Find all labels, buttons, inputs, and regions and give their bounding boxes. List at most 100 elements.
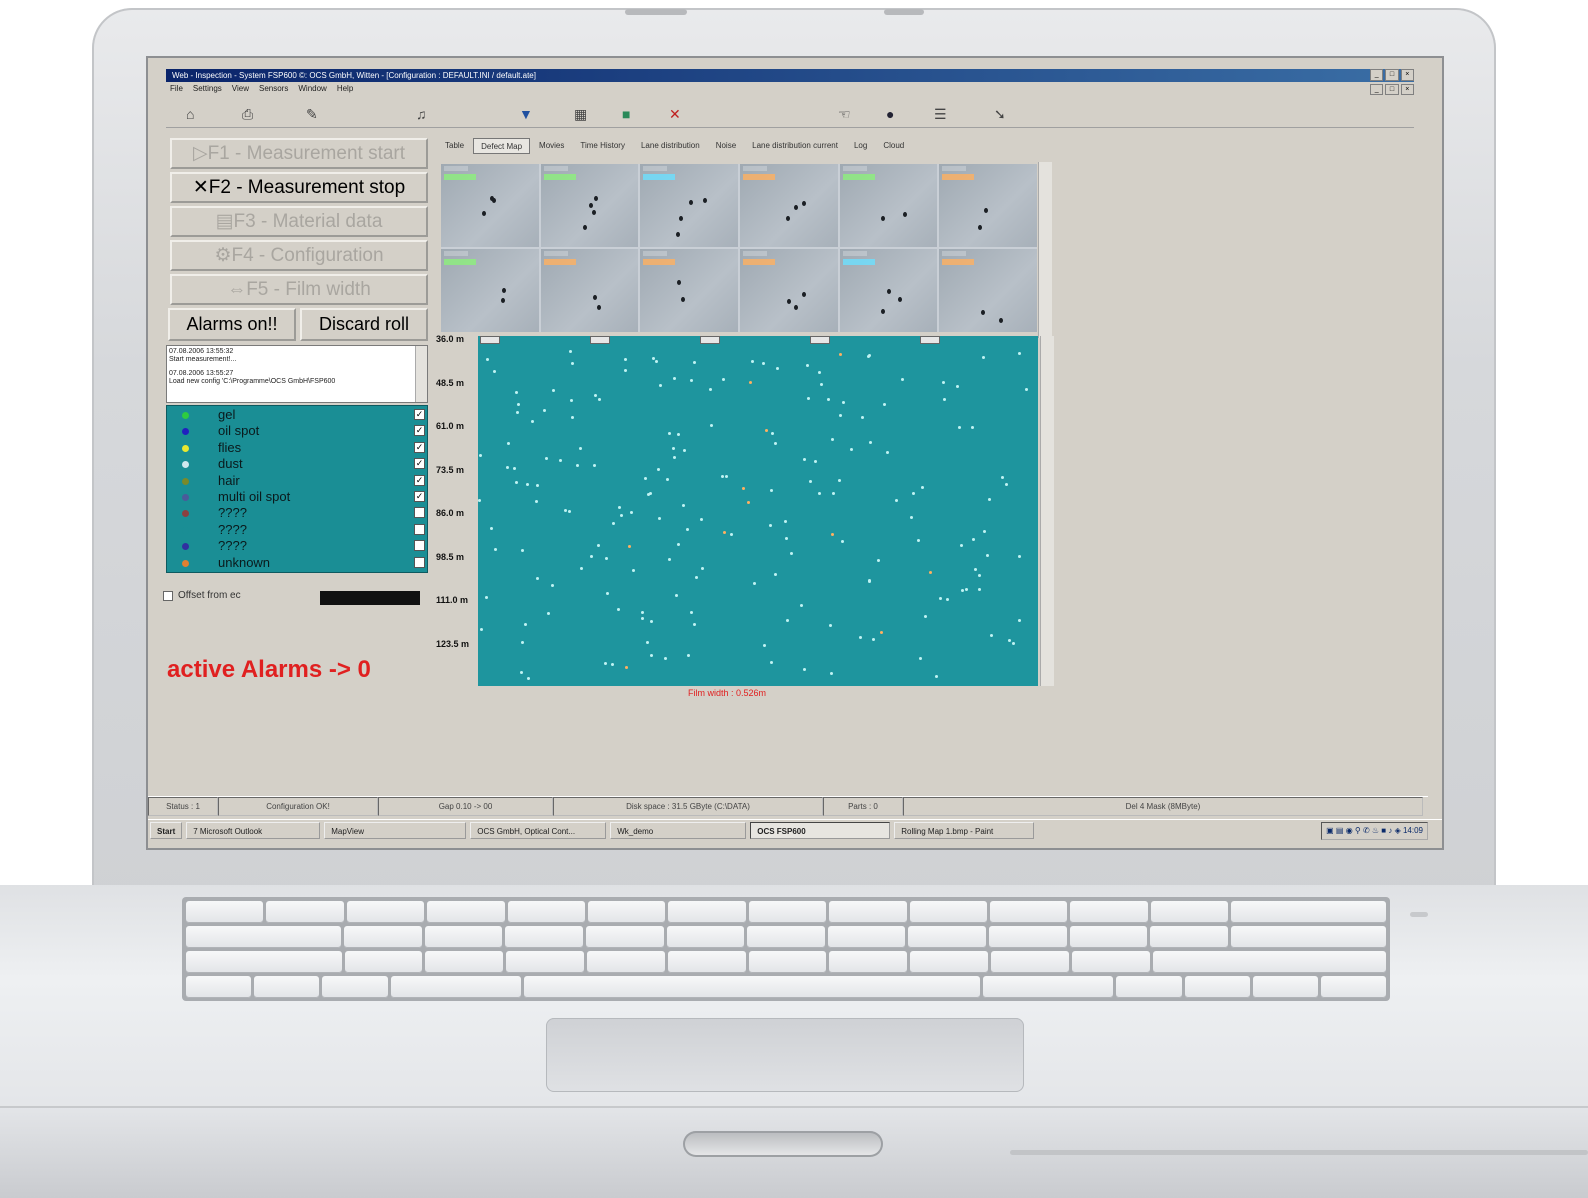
grid-icon[interactable]: ▦ — [574, 106, 587, 122]
defect-dot[interactable] — [668, 558, 672, 562]
defect-dot[interactable] — [641, 617, 645, 621]
defect-dot[interactable] — [763, 643, 767, 647]
tab-movies[interactable]: Movies — [532, 138, 571, 154]
defect-thumbnail[interactable] — [441, 249, 539, 332]
defect-dot[interactable] — [1018, 555, 1022, 559]
class-checkbox[interactable] — [414, 540, 425, 552]
defect-dot[interactable] — [724, 475, 728, 479]
task-wk-demo[interactable]: Wk_demo — [610, 822, 747, 839]
defect-dot[interactable] — [817, 492, 821, 496]
defect-dot[interactable] — [520, 640, 524, 644]
arrow-icon[interactable]: ➘ — [994, 106, 1006, 122]
defect-dot[interactable] — [965, 588, 969, 592]
defect-thumbnail[interactable] — [640, 249, 738, 332]
defect-dot[interactable] — [895, 498, 899, 502]
tools-icon[interactable]: ✕ — [669, 106, 681, 122]
task-paint[interactable]: Rolling Map 1.bmp - Paint — [894, 822, 1035, 839]
defect-thumbnail[interactable] — [939, 164, 1037, 247]
defect-dot[interactable] — [955, 385, 959, 389]
defect-dot[interactable] — [1008, 638, 1012, 642]
defect-dot[interactable] — [974, 568, 978, 572]
defect-dot[interactable] — [506, 466, 510, 470]
defect-thumbnail[interactable] — [739, 249, 838, 332]
defect-dot[interactable] — [650, 619, 654, 623]
defect-dot[interactable] — [479, 454, 482, 458]
defect-dot[interactable] — [603, 661, 607, 665]
defect-dot[interactable] — [978, 587, 982, 591]
defect-dot[interactable] — [1017, 618, 1021, 622]
defect-dot[interactable] — [514, 481, 518, 485]
defect-dot[interactable] — [632, 569, 636, 573]
defect-dot[interactable] — [593, 463, 597, 467]
defect-map[interactable] — [478, 336, 1038, 686]
defect-dot[interactable] — [693, 622, 697, 626]
defect-dot[interactable] — [1001, 476, 1005, 480]
defect-dot[interactable] — [829, 672, 833, 676]
defect-dot[interactable] — [886, 450, 890, 454]
defect-dot[interactable] — [617, 506, 621, 510]
class-checkbox[interactable]: ✓ — [414, 474, 425, 486]
shield-icon[interactable]: ● — [886, 106, 894, 122]
defect-dot[interactable] — [924, 614, 928, 618]
defect-dot[interactable] — [741, 486, 745, 490]
defect-dot[interactable] — [485, 596, 489, 600]
defect-dot[interactable] — [686, 528, 690, 532]
class-checkbox[interactable]: ✓ — [414, 458, 425, 470]
defect-dot[interactable] — [806, 364, 810, 368]
defect-dot[interactable] — [828, 623, 832, 627]
save-icon[interactable]: ■ — [622, 106, 630, 122]
class-checkbox[interactable]: ✓ — [414, 490, 425, 502]
f1-measurement-start-button[interactable]: ▷F1 - Measurement start — [170, 138, 428, 169]
defect-dot[interactable] — [576, 463, 580, 467]
defect-dot[interactable] — [521, 548, 525, 552]
defect-dot[interactable] — [918, 657, 922, 661]
defect-thumbnail[interactable] — [540, 164, 639, 247]
defect-dot[interactable] — [571, 362, 575, 366]
defect-thumbnail[interactable] — [540, 249, 639, 332]
tab-noise[interactable]: Noise — [709, 138, 743, 154]
home-icon[interactable]: ⌂ — [186, 106, 194, 122]
task-outlook[interactable]: 7 Microsoft Outlook — [186, 822, 321, 839]
defect-map-scrollbar[interactable] — [1040, 336, 1054, 686]
defect-dot[interactable] — [630, 511, 634, 515]
defect-dot[interactable] — [982, 356, 986, 360]
defect-dot[interactable] — [928, 570, 932, 574]
defect-dot[interactable] — [616, 607, 620, 611]
defect-dot[interactable] — [773, 573, 777, 577]
defect-dot[interactable] — [876, 559, 880, 563]
defect-dot[interactable] — [771, 431, 775, 435]
defect-dot[interactable] — [625, 665, 629, 669]
defect-dot[interactable] — [641, 610, 645, 614]
tray-icons[interactable]: ▣ ▤ ◉ ⚲ ✆ ♨ ■ ♪ ◈ — [1326, 826, 1403, 835]
defect-dot[interactable] — [751, 359, 755, 363]
close-button[interactable]: × — [1400, 69, 1414, 81]
defect-dot[interactable] — [776, 367, 780, 371]
tab-time-history[interactable]: Time History — [573, 138, 632, 154]
defect-dot[interactable] — [597, 398, 601, 402]
defect-dot[interactable] — [900, 377, 904, 381]
defect-dot[interactable] — [699, 518, 703, 522]
defect-dot[interactable] — [785, 537, 789, 541]
defect-dot[interactable] — [519, 671, 523, 674]
discard-roll-button[interactable]: Discard roll — [300, 308, 428, 341]
defect-dot[interactable] — [513, 467, 517, 471]
defect-dot[interactable] — [839, 352, 843, 356]
defect-dot[interactable] — [790, 551, 794, 555]
defect-dot[interactable] — [827, 398, 831, 402]
defect-dot[interactable] — [942, 381, 946, 384]
defect-dot[interactable] — [838, 479, 842, 483]
defect-dot[interactable] — [850, 447, 854, 451]
defect-dot[interactable] — [989, 633, 993, 637]
defect-dot[interactable] — [579, 566, 583, 570]
defect-dot[interactable] — [568, 350, 572, 354]
defect-dot[interactable] — [672, 455, 676, 459]
menu-settings[interactable]: Settings — [193, 83, 222, 95]
defect-dot[interactable] — [671, 446, 675, 450]
defect-thumbnail[interactable] — [739, 164, 838, 247]
defect-thumbnail[interactable] — [640, 164, 738, 247]
defect-dot[interactable] — [786, 618, 790, 622]
defect-dot[interactable] — [534, 499, 538, 503]
defect-dot[interactable] — [882, 402, 886, 406]
defect-dot[interactable] — [868, 441, 872, 445]
defect-dot[interactable] — [525, 483, 529, 487]
